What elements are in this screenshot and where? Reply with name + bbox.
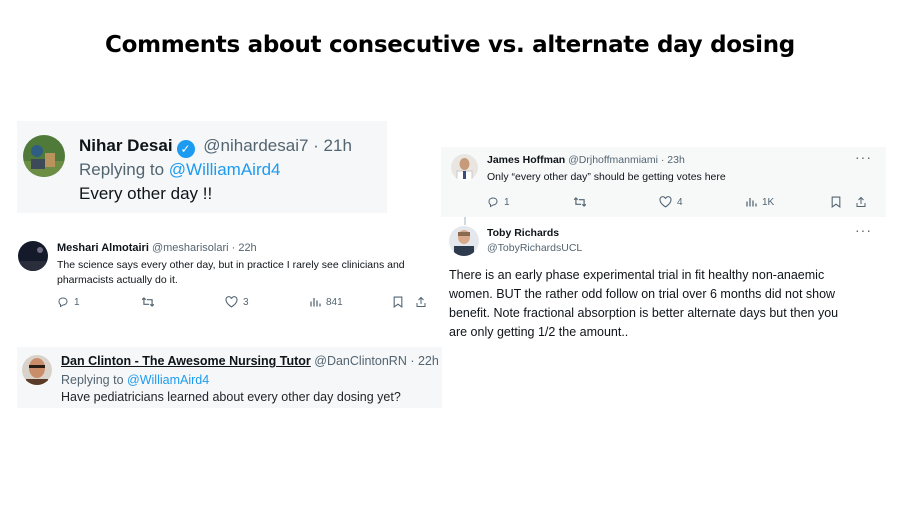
bookmark-button[interactable] [831, 196, 855, 208]
tweet-text-line: women. BUT the rather odd follow on tria… [449, 287, 836, 301]
share-button[interactable] [415, 296, 427, 308]
tweet-text: Have pediatricians learned about every o… [61, 390, 401, 404]
author-name[interactable]: Meshari Almotairi [57, 242, 149, 254]
more-options-icon[interactable]: ··· [855, 222, 872, 238]
author-name[interactable]: Toby Richards [487, 227, 559, 239]
bookmark-icon [831, 196, 841, 208]
reply-button[interactable]: 1 [487, 196, 573, 208]
tweet-text-line: The science says every other day, but in… [57, 259, 405, 271]
tweet-card-dan[interactable]: Dan Clinton - The Awesome Nursing Tutor … [17, 347, 442, 408]
bookmark-icon [393, 296, 403, 308]
share-icon [416, 296, 426, 307]
more-options-icon[interactable]: ··· [855, 149, 872, 165]
like-count: 4 [677, 196, 683, 208]
author-name[interactable]: James Hoffman [487, 154, 565, 166]
tweet-card-nihar[interactable]: Nihar Desai ✓ @nihardesai7 · 21h Replying… [17, 121, 387, 213]
reply-count: 1 [74, 296, 80, 308]
replying-label: Replying to [61, 373, 124, 387]
retweet-icon [141, 297, 155, 307]
reply-icon [488, 197, 498, 208]
tweet-card-toby[interactable]: Toby Richards @TobyRichardsUCL ··· There… [441, 217, 886, 341]
avatar[interactable] [451, 154, 478, 181]
tweet-text: Every other day !! [79, 184, 213, 203]
tweet-text-line: are only getting 1/2 the amount.. [449, 325, 629, 339]
views-icon [746, 198, 757, 207]
views-button[interactable]: 1K [745, 196, 831, 208]
replying-label: Replying to [79, 160, 165, 179]
view-count: 841 [326, 296, 343, 308]
avatar[interactable] [22, 355, 52, 385]
tweet-text-line: There is an early phase experimental tri… [449, 268, 825, 282]
replying-to-link[interactable]: @WilliamAird4 [169, 160, 281, 179]
heart-icon [225, 296, 238, 308]
tweet-card-james[interactable]: James Hoffman @Drjhoffmanmiami · 23h ···… [441, 147, 886, 217]
verified-badge-icon: ✓ [176, 140, 195, 158]
share-button[interactable] [855, 196, 867, 208]
heart-icon [659, 196, 672, 208]
author-handle[interactable]: @DanClintonRN · 22h [314, 354, 439, 368]
thread-line [464, 217, 466, 225]
avatar[interactable] [449, 226, 479, 256]
view-count: 1K [762, 196, 775, 208]
like-button[interactable]: 4 [659, 196, 745, 208]
tweet-card-meshari[interactable]: Meshari Almotairi @mesharisolari · 22h T… [14, 231, 442, 323]
views-button[interactable]: 841 [309, 296, 393, 308]
reply-button[interactable]: 1 [57, 296, 141, 308]
share-icon [856, 196, 866, 207]
tweet-text-line: benefit. Note fractional absorption is b… [449, 306, 839, 320]
retweet-button[interactable] [573, 196, 659, 208]
replying-to-link[interactable]: @WilliamAird4 [127, 373, 209, 387]
retweet-button[interactable] [141, 296, 225, 308]
tweet-text-line: pharmacists actually do it. [57, 274, 178, 286]
avatar[interactable] [23, 135, 65, 177]
page-title: Comments about consecutive vs. alternate… [105, 32, 795, 58]
like-count: 3 [243, 296, 249, 308]
avatar[interactable] [18, 241, 48, 271]
author-name[interactable]: Nihar Desai [79, 136, 173, 155]
views-icon [310, 298, 321, 307]
author-handle[interactable]: @nihardesai7 · 21h [203, 136, 352, 155]
reply-icon [58, 297, 68, 308]
reply-count: 1 [504, 196, 510, 208]
retweet-icon [573, 197, 587, 207]
bookmark-button[interactable] [393, 296, 415, 308]
author-handle[interactable]: @mesharisolari · 22h [152, 242, 257, 254]
like-button[interactable]: 3 [225, 296, 309, 308]
author-name[interactable]: Dan Clinton - The Awesome Nursing Tutor [61, 354, 311, 368]
tweet-text: Only “every other day” should be getting… [487, 171, 726, 183]
author-handle[interactable]: @Drjhoffmanmiami · 23h [568, 154, 685, 166]
author-handle[interactable]: @TobyRichardsUCL [487, 242, 582, 254]
